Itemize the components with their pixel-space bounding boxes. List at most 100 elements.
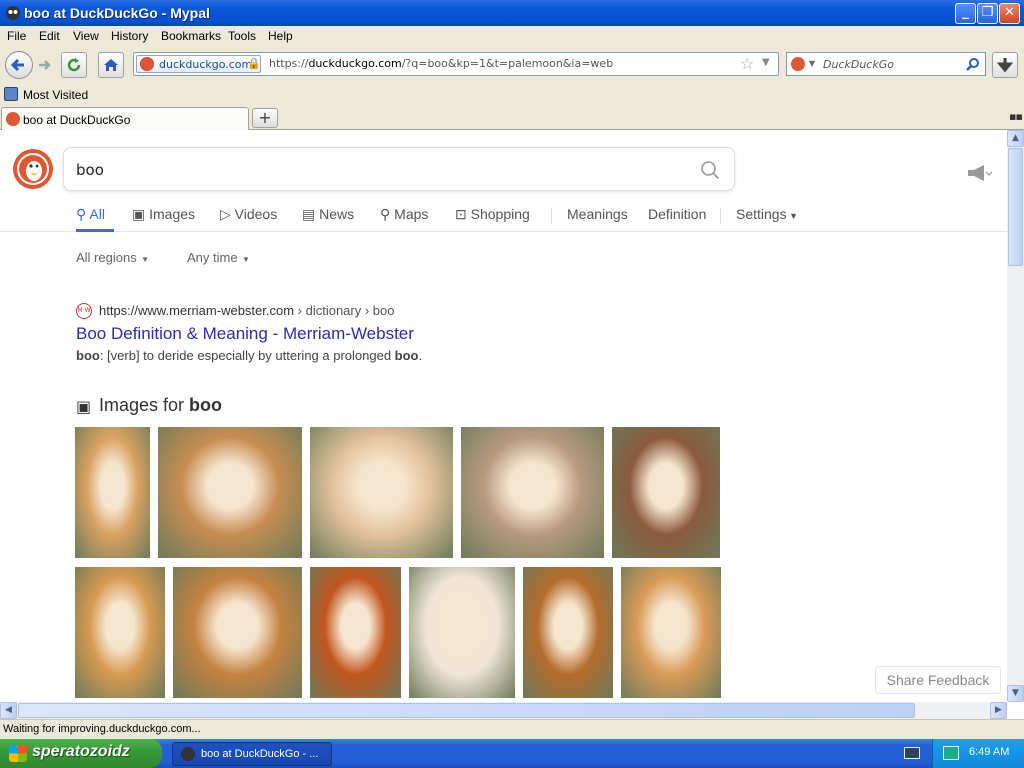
mypal-app-icon bbox=[6, 6, 20, 20]
navigation-toolbar: duckduckgo.com 🔒 https://duckduckgo.com/… bbox=[0, 46, 1024, 84]
downloads-button[interactable] bbox=[992, 52, 1018, 78]
forward-button[interactable] bbox=[37, 57, 53, 73]
tab-maps[interactable]: ⚲ Maps bbox=[380, 206, 428, 223]
image-thumbnail[interactable] bbox=[310, 427, 453, 558]
image-icon: ▣ bbox=[132, 206, 150, 222]
tab-videos[interactable]: ▷ Videos bbox=[220, 206, 277, 223]
url-text[interactable]: https://duckduckgo.com/?q=boo&kp=1&t=pal… bbox=[269, 57, 613, 70]
time-filter[interactable]: Any time ▼ bbox=[187, 250, 250, 265]
result-snippet: boo: [verb] to deride especially by utte… bbox=[76, 348, 423, 363]
reload-button[interactable] bbox=[61, 52, 87, 78]
shopping-bag-icon: ⊡ bbox=[455, 206, 471, 222]
images-heading[interactable]: Images for boo bbox=[99, 395, 222, 416]
result-title-link[interactable]: Boo Definition & Meaning - Merriam-Webst… bbox=[76, 324, 414, 344]
menu-history[interactable]: History bbox=[111, 29, 148, 43]
tab-all[interactable]: ⚲ All bbox=[76, 206, 105, 223]
image-thumbnail[interactable] bbox=[310, 567, 401, 698]
map-pin-icon: ⚲ bbox=[380, 206, 395, 222]
keyboard-icon[interactable] bbox=[904, 747, 920, 759]
menu-tools[interactable]: Tools bbox=[228, 29, 256, 43]
image-thumbnail[interactable] bbox=[75, 427, 150, 558]
vertical-scrollbar[interactable]: ▲ ▼ bbox=[1007, 130, 1024, 702]
bookmark-star-icon[interactable]: ☆ bbox=[740, 54, 754, 73]
url-bar[interactable]: duckduckgo.com 🔒 https://duckduckgo.com/… bbox=[133, 52, 779, 76]
tab-grid-icon[interactable]: ▪▪ bbox=[1009, 110, 1023, 123]
back-button[interactable] bbox=[5, 51, 33, 79]
settings-menu[interactable]: Settings ▼ bbox=[736, 206, 798, 222]
scroll-up-button[interactable]: ▲ bbox=[1007, 130, 1024, 147]
ddg-search-box[interactable]: boo bbox=[63, 147, 735, 191]
search-small-icon: ⚲ bbox=[76, 206, 90, 222]
image-thumbnail[interactable] bbox=[461, 427, 604, 558]
system-tray: 6:49 AM bbox=[932, 739, 1024, 768]
status-text: Waiting for improving.duckduckgo.com... bbox=[3, 723, 201, 735]
close-button[interactable]: ✕ bbox=[999, 3, 1020, 24]
share-feedback-button[interactable]: Share Feedback bbox=[875, 666, 1001, 694]
horizontal-scrollbar[interactable]: ◀ ▶ bbox=[0, 702, 1007, 719]
search-icon[interactable] bbox=[965, 57, 981, 73]
window-title-bar[interactable]: boo at DuckDuckGo - Mypal _ ❐ ✕ bbox=[0, 0, 1024, 26]
image-thumbnail[interactable] bbox=[75, 567, 165, 698]
tab-news[interactable]: ▤ News bbox=[302, 206, 354, 223]
region-filter[interactable]: All regions ▼ bbox=[76, 250, 149, 265]
start-button[interactable]: speratozoidz bbox=[0, 739, 162, 768]
image-thumbnail[interactable] bbox=[158, 427, 302, 558]
network-icon[interactable] bbox=[943, 746, 959, 760]
chevron-down-icon: ▼ bbox=[237, 255, 250, 264]
url-dropdown-icon[interactable]: ▼ bbox=[762, 57, 770, 68]
window-title: boo at DuckDuckGo - Mypal bbox=[24, 5, 210, 21]
menu-help[interactable]: Help bbox=[268, 29, 293, 43]
duckduckgo-logo-icon[interactable] bbox=[13, 149, 53, 189]
scroll-right-button[interactable]: ▶ bbox=[990, 702, 1007, 719]
menu-view[interactable]: View bbox=[73, 29, 99, 43]
minimize-button[interactable]: _ bbox=[955, 3, 976, 24]
newspaper-icon: ▤ bbox=[302, 206, 320, 222]
search-engine-icon[interactable] bbox=[791, 57, 805, 71]
taskbar-window-button[interactable]: boo at DuckDuckGo - ... bbox=[172, 742, 332, 766]
horizontal-scroll-thumb[interactable] bbox=[18, 703, 915, 718]
scroll-down-button[interactable]: ▼ bbox=[1007, 685, 1024, 702]
image-thumbnail[interactable] bbox=[409, 567, 515, 698]
tab-strip: boo at DuckDuckGo + ▪▪ bbox=[0, 106, 1024, 131]
bookmark-folder-icon bbox=[4, 87, 18, 101]
tab-meanings[interactable]: Meanings bbox=[567, 206, 628, 222]
menu-edit[interactable]: Edit bbox=[39, 29, 60, 43]
merriam-webster-favicon-icon: M·W bbox=[76, 303, 92, 319]
tab-definition[interactable]: Definition bbox=[648, 206, 706, 222]
tab-active[interactable]: boo at DuckDuckGo bbox=[1, 107, 249, 131]
search-engine-dropdown-icon[interactable]: ▼ bbox=[809, 59, 815, 68]
home-button[interactable] bbox=[98, 52, 124, 78]
new-tab-button[interactable]: + bbox=[252, 108, 278, 128]
site-identity-box[interactable]: duckduckgo.com 🔒 bbox=[136, 55, 261, 73]
image-icon: ▣ bbox=[76, 397, 92, 416]
clock: 6:49 AM bbox=[969, 746, 1010, 758]
tab-images[interactable]: ▣ Images bbox=[132, 206, 195, 223]
nav-divider bbox=[720, 208, 721, 224]
bookmark-most-visited[interactable]: Most Visited bbox=[23, 88, 88, 102]
image-thumbnail[interactable] bbox=[612, 427, 720, 558]
ddg-search-icon[interactable] bbox=[700, 160, 720, 180]
megaphone-icon[interactable] bbox=[966, 164, 994, 182]
tab-shopping[interactable]: ⊡ Shopping bbox=[455, 206, 530, 223]
vertical-scroll-thumb[interactable] bbox=[1008, 148, 1023, 266]
tab-favicon-icon bbox=[6, 112, 20, 126]
image-thumbnail[interactable] bbox=[523, 567, 613, 698]
menu-file[interactable]: File bbox=[7, 29, 26, 43]
scroll-left-button[interactable]: ◀ bbox=[0, 702, 17, 719]
play-icon: ▷ bbox=[220, 206, 235, 222]
start-label: speratozoidz bbox=[32, 743, 130, 760]
taskbar: speratozoidz boo at DuckDuckGo - ... 6:4… bbox=[0, 739, 1024, 768]
maximize-button[interactable]: ❐ bbox=[977, 3, 998, 24]
back-arrow-icon bbox=[10, 58, 24, 72]
image-thumbnail[interactable] bbox=[173, 567, 302, 698]
search-bar[interactable]: ▼ DuckDuckGo bbox=[786, 52, 986, 76]
reload-icon bbox=[67, 58, 81, 72]
search-placeholder: DuckDuckGo bbox=[823, 58, 894, 71]
nav-divider-line bbox=[0, 231, 1007, 232]
result-url[interactable]: https://www.merriam-webster.com › dictio… bbox=[99, 303, 394, 318]
menu-bookmarks[interactable]: Bookmarks bbox=[161, 29, 221, 43]
chevron-down-icon: ▼ bbox=[786, 211, 799, 221]
image-thumbnail[interactable] bbox=[621, 567, 721, 698]
status-bar: Waiting for improving.duckduckgo.com... bbox=[0, 719, 1024, 739]
ddg-query-text[interactable]: boo bbox=[76, 161, 104, 179]
